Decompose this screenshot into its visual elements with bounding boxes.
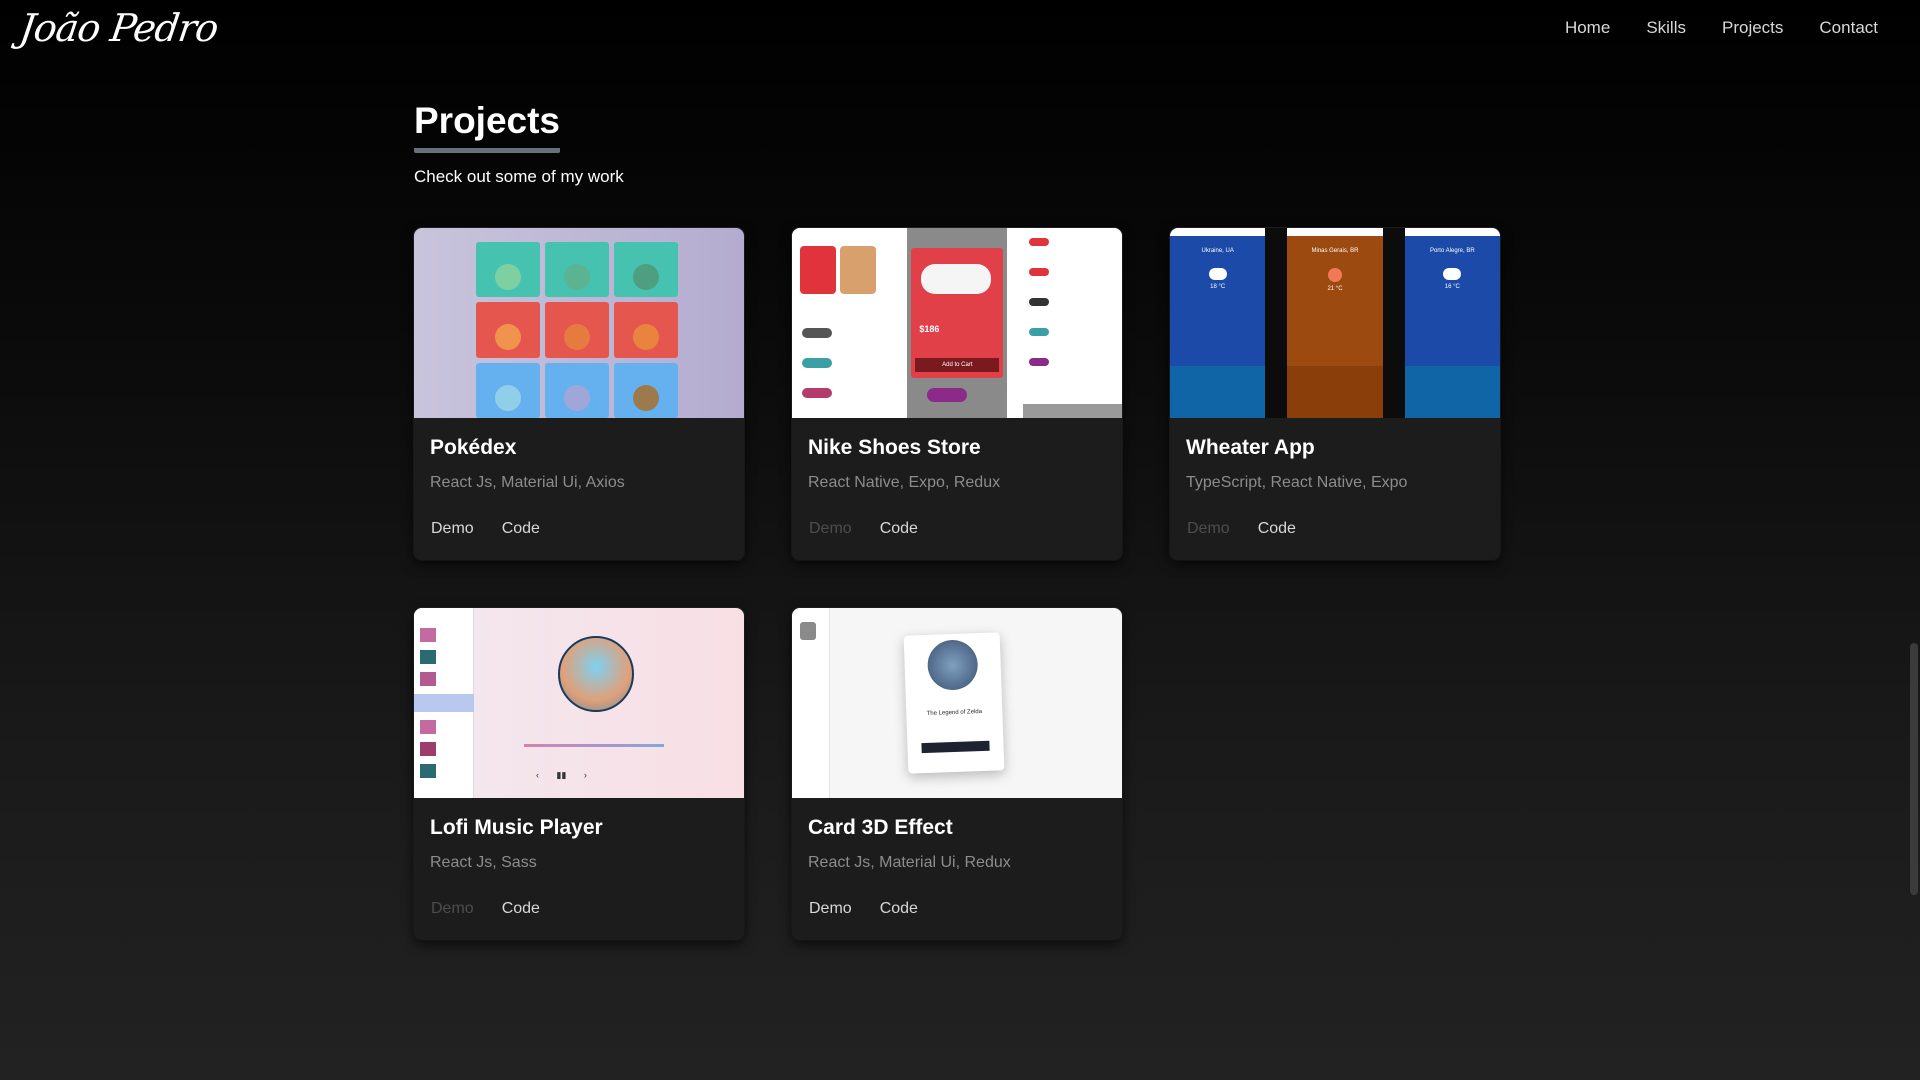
project-tech: React Native, Expo, Redux <box>808 474 1001 491</box>
project-card-lofi-music-player: ‹ ▮▮ › Lofi Music Player React Js, Sass … <box>414 608 744 940</box>
project-thumbnail: ‹ ▮▮ › <box>414 608 744 798</box>
weather-city: Minas Gerais, BR <box>1311 248 1359 254</box>
demo-link[interactable]: Demo <box>431 520 474 538</box>
code-link[interactable]: Code <box>1258 520 1296 538</box>
site-header: João Pedro Home Skills Projects Contact <box>0 0 1920 70</box>
project-tech: React Js, Material Ui, Redux <box>808 854 1011 871</box>
projects-grid: Pokédex React Js, Material Ui, Axios Dem… <box>414 228 1500 940</box>
demo-link[interactable]: Demo <box>809 520 852 538</box>
project-thumbnail <box>414 228 744 418</box>
project-title: Lofi Music Player <box>430 816 603 839</box>
card3d-caption: The Legend of Zelda <box>926 709 983 717</box>
project-card-card-3d-effect: The Legend of Zelda Card 3D Effect React… <box>792 608 1122 940</box>
project-tech: TypeScript, React Native, Expo <box>1186 474 1408 491</box>
project-thumbnail: The Legend of Zelda <box>792 608 1122 798</box>
weather-city: Ukraine, UA <box>1201 248 1234 254</box>
project-thumbnail: Ukraine, UA 18 °C Minas Gerais, BR 21 °C… <box>1170 228 1500 418</box>
weather-temp: 16 °C <box>1444 284 1460 290</box>
project-card-pokedex: Pokédex React Js, Material Ui, Axios Dem… <box>414 228 744 560</box>
project-title: Wheater App <box>1186 436 1315 459</box>
projects-section-header: Projects Check out some of my work <box>414 100 1514 187</box>
project-title: Pokédex <box>430 436 517 459</box>
nav-home[interactable]: Home <box>1565 18 1610 38</box>
project-card-weather-app: Ukraine, UA 18 °C Minas Gerais, BR 21 °C… <box>1170 228 1500 560</box>
project-tech: React Js, Sass <box>430 854 537 871</box>
project-title: Card 3D Effect <box>808 816 953 839</box>
code-link[interactable]: Code <box>502 900 540 918</box>
demo-link[interactable]: Demo <box>1187 520 1230 538</box>
project-tech: React Js, Material Ui, Axios <box>430 474 625 491</box>
project-thumbnail: $186 Add to Cart <box>792 228 1122 418</box>
main-nav: Home Skills Projects Contact <box>1565 18 1878 38</box>
project-card-nike-shoes-store: $186 Add to Cart Nike Shoes Store React … <box>792 228 1122 560</box>
demo-link[interactable]: Demo <box>809 900 852 918</box>
site-logo[interactable]: João Pedro <box>17 6 221 50</box>
weather-city: Porto Alegre, BR <box>1429 248 1475 254</box>
project-title: Nike Shoes Store <box>808 436 981 459</box>
nav-contact[interactable]: Contact <box>1819 18 1878 38</box>
weather-temp: 21 °C <box>1327 286 1343 292</box>
nav-skills[interactable]: Skills <box>1646 18 1686 38</box>
nav-projects[interactable]: Projects <box>1722 18 1783 38</box>
code-link[interactable]: Code <box>880 900 918 918</box>
code-link[interactable]: Code <box>502 520 540 538</box>
demo-link[interactable]: Demo <box>431 900 474 918</box>
code-link[interactable]: Code <box>880 520 918 538</box>
section-title: Projects <box>414 100 561 153</box>
page-scrollbar[interactable] <box>1908 0 1920 1080</box>
scrollbar-thumb[interactable] <box>1910 643 1918 895</box>
nike-price: $186 <box>919 324 940 334</box>
weather-temp: 18 °C <box>1210 284 1226 290</box>
nike-cta: Add to Cart <box>915 358 1000 372</box>
section-subtitle: Check out some of my work <box>414 167 624 186</box>
